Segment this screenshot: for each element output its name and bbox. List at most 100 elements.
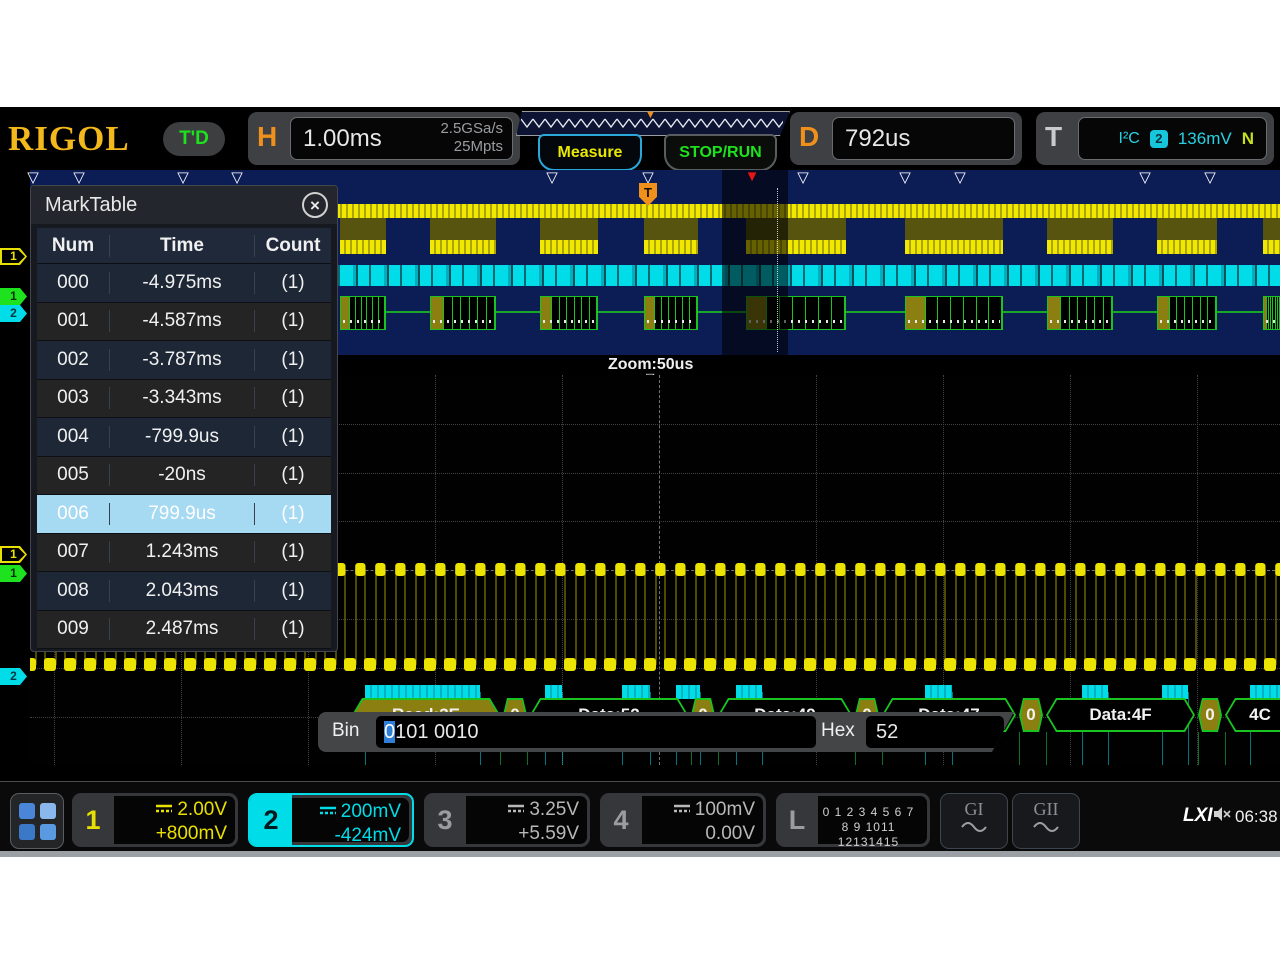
marker-triangle-icon: ▽ — [546, 170, 558, 186]
ch2-high-segment — [1162, 685, 1188, 699]
t-label: T — [1045, 121, 1062, 153]
memory-depth: 25Mpts — [440, 138, 503, 156]
decode-frame-group — [1047, 296, 1113, 330]
dc-coupling-icon — [320, 806, 336, 815]
system-clock: 06:38 — [1235, 807, 1278, 827]
trigger-position-line — [777, 188, 778, 352]
marktable-title: MarkTable — [31, 186, 337, 224]
channel-2-button[interactable]: 2 200mV -424mV — [248, 793, 414, 847]
trigger-control[interactable]: T I²C 2 136mV N — [1036, 112, 1274, 165]
marker-triangle-icon: ▽ — [1204, 170, 1216, 186]
waveform-preview-strip[interactable]: ▼ — [516, 111, 790, 136]
logic-channels-button[interactable]: L 0 1 2 3 4 5 6 7 8 9 1011 12131415 — [776, 793, 930, 847]
delay-box[interactable]: 792us — [832, 117, 1015, 160]
measure-tab[interactable]: Measure — [538, 134, 642, 171]
sample-rate: 2.5GSa/s — [440, 120, 503, 138]
decode-boundary-tick — [1225, 732, 1226, 765]
decode-frame-group — [340, 296, 386, 330]
ch1-waveform-low-band — [430, 240, 496, 254]
trigger-type: I²C — [1119, 130, 1140, 148]
ch1-persistence-fill — [644, 218, 698, 242]
trigger-source-badge: 2 — [1150, 130, 1168, 148]
table-row[interactable]: 004-799.9us(1) — [37, 418, 331, 457]
table-row[interactable]: 0092.487ms(1) — [37, 611, 331, 650]
active-marker-icon: ▼ — [745, 170, 760, 185]
bin-cursor: 0 — [384, 721, 395, 743]
menu-button[interactable] — [10, 793, 64, 849]
speaker-muted-icon[interactable] — [1213, 806, 1231, 822]
timebase-box[interactable]: 1.00ms 2.5GSa/s 25Mpts — [290, 117, 513, 160]
delay-control[interactable]: D 792us — [790, 112, 1022, 165]
generator-1-button[interactable]: GI — [940, 793, 1008, 849]
logic-label: L — [776, 793, 818, 847]
channel-1-button[interactable]: 1 2.00V +800mV — [72, 793, 238, 847]
ch2-high-segment — [1250, 685, 1280, 699]
dc-coupling-icon — [508, 804, 524, 813]
lxi-badge: LXI — [1183, 805, 1213, 827]
hex-label: Hex — [821, 720, 855, 742]
bin-value-field[interactable]: 0101 0010 — [376, 716, 816, 748]
marktable-table: Num Time Count 000-4.975ms(1) 001-4.587m… — [37, 228, 331, 646]
sine-wave-icon — [1033, 821, 1059, 833]
d-label: D — [799, 121, 819, 153]
trigger-level: 136mV — [1178, 129, 1232, 149]
horizontal-timebase-control[interactable]: H 1.00ms 2.5GSa/s 25Mpts — [248, 112, 520, 165]
screenshot-page: RIGOL T'D H 1.00ms 2.5GSa/s 25Mpts — [0, 0, 1280, 960]
bin-label: Bin — [332, 720, 359, 742]
generator-2-button[interactable]: GII — [1012, 793, 1080, 849]
ch2-high-segment — [545, 685, 562, 699]
table-row[interactable]: 002-3.787ms(1) — [37, 341, 331, 380]
dc-coupling-icon — [674, 804, 690, 813]
ch1-waveform-low-band — [905, 240, 1003, 254]
decode-boundary-tick — [1019, 732, 1020, 765]
ch1-waveform-low-band — [1157, 240, 1217, 254]
decode-idle-line — [386, 311, 430, 313]
table-row-selected[interactable]: 006799.9us(1) — [37, 495, 331, 534]
table-row[interactable]: 0071.243ms(1) — [37, 534, 331, 573]
preview-trigger-marker-icon: ▼ — [645, 109, 656, 121]
top-status-bar: RIGOL T'D H 1.00ms 2.5GSa/s 25Mpts — [0, 107, 1280, 170]
marker-triangle-icon: ▽ — [73, 170, 85, 186]
dc-coupling-icon — [156, 804, 172, 813]
channel-3-values: 3.25V +5.59V — [466, 796, 587, 844]
trigger-slope: N — [1242, 129, 1254, 149]
channel-4-values: 100mV 0.00V — [642, 796, 763, 844]
bottom-status-bar: 1 2.00V +800mV 2 200mV -424mV 3 3.25V +5… — [0, 781, 1280, 851]
ch1-persistence-fill — [1263, 218, 1280, 242]
decode-segment-ack: 0 — [1019, 698, 1043, 732]
generator-1-label: GI — [941, 799, 1007, 820]
channel-2-number: 2 — [250, 795, 292, 845]
table-row[interactable]: 000-4.975ms(1) — [37, 264, 331, 303]
decode-frame-group — [905, 296, 1003, 330]
channel-4-button[interactable]: 4 100mV 0.00V — [600, 793, 766, 847]
decode-idle-line — [846, 311, 905, 313]
h-label: H — [257, 121, 277, 153]
ch1-persistence-fill — [1157, 218, 1217, 242]
table-row[interactable]: 0082.043ms(1) — [37, 572, 331, 611]
decode-idle-line — [1217, 311, 1263, 313]
zoom-region-shade[interactable] — [722, 170, 788, 355]
ch2-high-segment — [676, 685, 700, 699]
column-count: Count — [255, 235, 331, 257]
channel-1-number: 1 — [72, 793, 114, 847]
table-row[interactable]: 003-3.343ms(1) — [37, 380, 331, 419]
bin-value: 101 0010 — [395, 721, 478, 743]
ch1-persistence-fill — [905, 218, 1003, 242]
marktable-header-row: Num Time Count — [37, 228, 331, 264]
column-num: Num — [37, 235, 110, 257]
table-row[interactable]: 005-20ns(1) — [37, 457, 331, 496]
table-row[interactable]: 001-4.587ms(1) — [37, 303, 331, 342]
timebase-value: 1.00ms — [303, 125, 382, 153]
decode-readout-bar: Bin 0101 0010 Hex 52 — [318, 712, 1014, 752]
channel-4-number: 4 — [600, 793, 642, 847]
marker-triangle-icon: ▽ — [231, 170, 243, 186]
marktable-close-button[interactable]: × — [302, 192, 328, 218]
oscilloscope-screen: RIGOL T'D H 1.00ms 2.5GSa/s 25Mpts — [0, 107, 1280, 857]
hex-value-field[interactable]: 52 — [866, 716, 1004, 748]
channel-3-button[interactable]: 3 3.25V +5.59V — [424, 793, 590, 847]
marker-triangle-icon: ▽ — [899, 170, 911, 186]
stop-run-button[interactable]: STOP/RUN — [664, 134, 777, 171]
decode-idle-line — [496, 311, 540, 313]
trigger-box[interactable]: I²C 2 136mV N — [1078, 117, 1267, 160]
decode-frame-group — [540, 296, 598, 330]
